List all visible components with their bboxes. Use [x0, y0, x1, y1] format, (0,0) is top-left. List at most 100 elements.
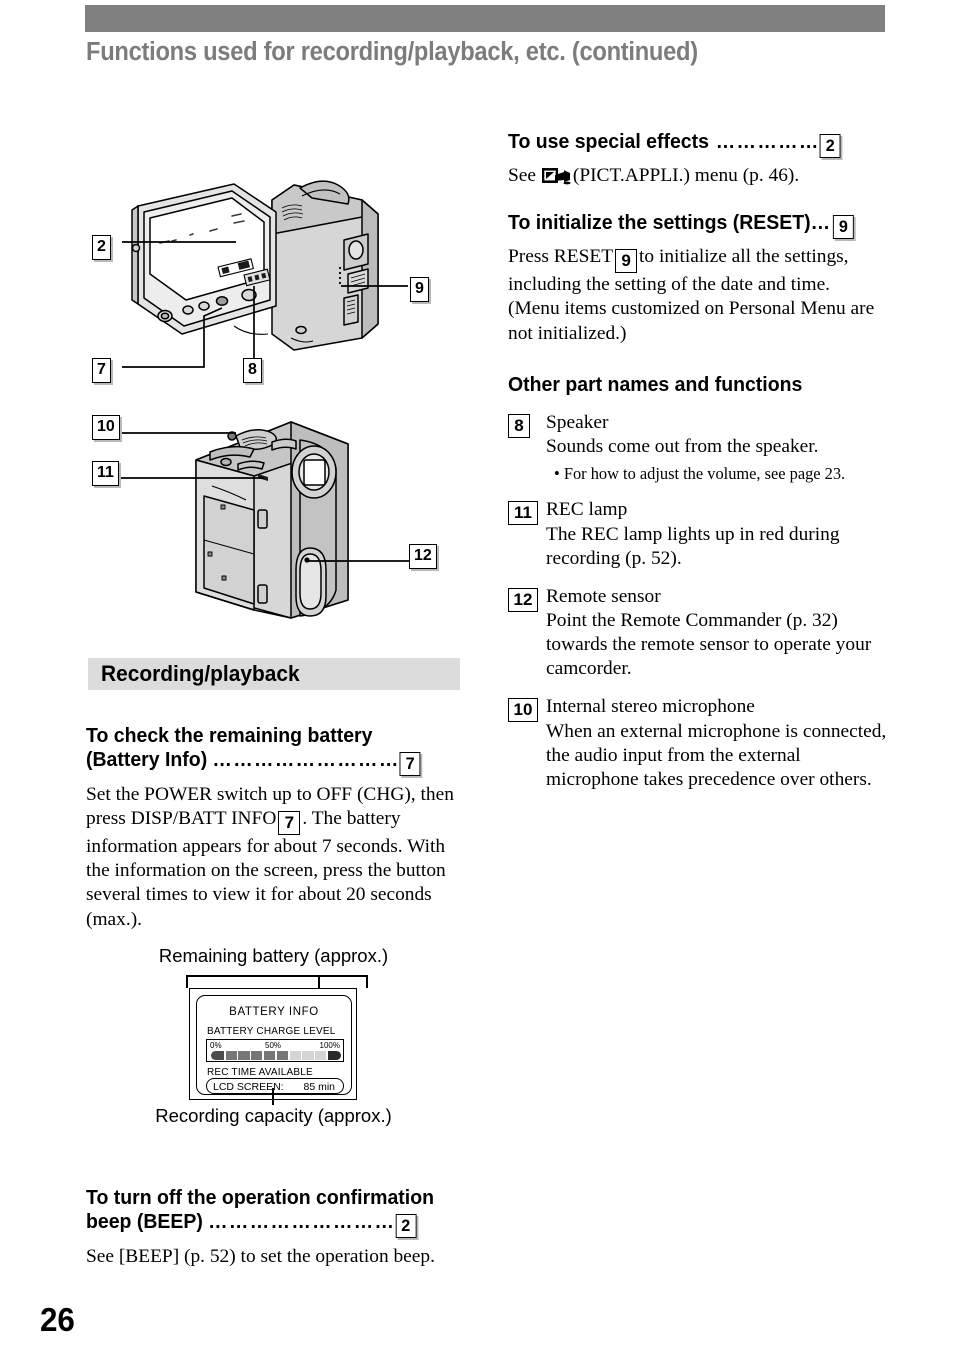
reset-heading: To initialize the settings (RESET)… 9: [508, 211, 879, 239]
part-term-speaker: Speaker: [546, 411, 609, 433]
battery-check-inline-callout: 7: [278, 811, 301, 836]
special-effects-block: To use special effects …………… 2 See (PICT…: [508, 130, 898, 189]
camcorder-rear-svg: [118, 421, 422, 619]
beep-block: To turn off the operation confirmation b…: [86, 1186, 461, 1269]
beep-heading: To turn off the operation confirmation b…: [86, 1186, 442, 1238]
pict-appli-icon-svg: [541, 168, 571, 185]
part-term-remote-sensor: Remote sensor: [546, 585, 661, 607]
rec-time-available-label: REC TIME AVAILABLE: [207, 1067, 313, 1078]
reset-block: To initialize the settings (RESET)… 9 Pre…: [508, 211, 898, 347]
special-effects-leader: ……………: [708, 130, 820, 153]
battery-check-heading-line1: To check the remaining battery: [86, 724, 373, 747]
other-parts-block: Other part names and functions 8 Speaker…: [508, 373, 898, 793]
beep-heading-line2: beep (BEEP): [86, 1209, 203, 1233]
list-item: 10 Internal stereo microphone When an ex…: [508, 695, 898, 792]
list-item: 12 Remote sensor Point the Remote Comman…: [508, 585, 898, 682]
battery-check-leader: ………………………: [207, 747, 400, 771]
callout-12-bottom-figure: 12: [409, 544, 437, 569]
callout-9-top-figure: 9: [410, 277, 429, 302]
camcorder-rear-illustration: [86, 400, 461, 635]
special-effects-body-before: See: [508, 165, 536, 186]
reset-body-2: (Menu items customized on Personal Menu …: [508, 298, 875, 344]
beep-body: See [BEEP] (p. 52) to set the operation …: [86, 1245, 435, 1267]
other-parts-list: 8 Speaker Sounds come out from the speak…: [508, 411, 898, 793]
reset-body: Press RESET 9 to initialize all the settin…: [508, 245, 898, 298]
beep-heading-line1: To turn off the operation confirmation: [86, 1186, 434, 1209]
gauge-segment-filled: [225, 1051, 237, 1060]
pict-appli-icon: [541, 167, 572, 185]
camcorder-lcd-open-svg: [122, 180, 408, 368]
caption-top-leader-horizontal: [186, 975, 368, 977]
battery-info-screen-frame: BATTERY INFO BATTERY CHARGE LEVEL 0% 50%…: [189, 988, 357, 1100]
left-column: To check the remaining battery (Battery …: [86, 724, 461, 932]
part-number-12: 12: [508, 587, 538, 612]
gauge-segment-cap-right: [327, 1051, 341, 1060]
part-desc-rec-lamp: The REC lamp lights up in red during rec…: [546, 523, 840, 569]
battery-check-heading-line2: (Battery Info): [86, 747, 208, 771]
gauge-tick-0: 0%: [210, 1041, 222, 1050]
special-effects-body-after: (PICT.APPLI.) menu (p. 46).: [572, 165, 800, 186]
battery-info-screen-title: BATTERY INFO: [229, 1006, 319, 1018]
callout-10-bottom-figure: 10: [92, 415, 120, 440]
gauge-segment-empty: [315, 1051, 327, 1060]
caption-top-leader-left-tick: [186, 975, 188, 988]
caption-top-leader-right-tick: [366, 975, 368, 988]
gauge-tick-50: 50%: [265, 1041, 282, 1050]
beep-leader: ………………………: [202, 1209, 396, 1233]
part-desc-internal-mic: When an external microphone is connected…: [546, 720, 887, 790]
battery-charge-gauge: 0% 50% 100%: [206, 1039, 344, 1062]
reset-callout: 9: [832, 214, 854, 239]
reset-inline-callout: 9: [615, 248, 638, 273]
callout-8-top-figure: 8: [243, 358, 262, 383]
list-item: 8 Speaker Sounds come out from the speak…: [508, 411, 898, 485]
special-effects-body: See (PICT.APPLI.) menu (p. 46).: [508, 164, 898, 189]
battery-check-heading: To check the remaining battery (Battery …: [86, 724, 442, 776]
gauge-segment-cap-left: [211, 1051, 224, 1060]
right-column: To use special effects …………… 2 See (PICT…: [508, 130, 898, 792]
part-desc-speaker: Sounds come out from the speaker.: [546, 435, 819, 457]
part-note-speaker: • For how to adjust the volume, see page…: [554, 463, 846, 483]
battery-figure-caption-top: Remaining battery (approx.): [158, 945, 389, 966]
caption-bottom-leader: [272, 1088, 274, 1105]
reset-body-before: Press RESET: [508, 245, 614, 267]
page-number: 26: [40, 1301, 75, 1338]
battery-gauge-segments: [211, 1051, 341, 1060]
part-number-8: 8: [508, 413, 530, 438]
gauge-tick-100: 100%: [319, 1041, 340, 1050]
gauge-segment-filled: [251, 1051, 263, 1060]
reset-heading-text: To initialize the settings (RESET)…: [508, 210, 831, 234]
callout-11-bottom-figure: 11: [92, 461, 119, 486]
beep-callout: 2: [395, 1213, 417, 1238]
gauge-segment-filled: [238, 1051, 250, 1060]
battery-figure-caption-bottom: Recording capacity (approx.): [155, 1105, 392, 1126]
battery-check-callout: 7: [399, 751, 421, 776]
gauge-segment-empty: [289, 1051, 301, 1060]
battery-check-block: To check the remaining battery (Battery …: [86, 724, 461, 932]
part-term-internal-mic: Internal stereo microphone: [546, 696, 755, 718]
camcorder-lcd-open-illustration: [86, 138, 461, 388]
special-effects-heading: To use special effects …………… 2: [508, 130, 879, 158]
section-band-label: Recording/playback: [101, 661, 300, 686]
battery-info-figure: Remaining battery (approx.) BATTERY INFO…: [86, 945, 461, 1135]
part-number-11: 11: [508, 501, 538, 526]
callout-7-top-figure: 7: [92, 358, 111, 383]
special-effects-callout: 2: [819, 134, 841, 158]
gauge-segment-filled: [276, 1051, 288, 1060]
gauge-segment-empty: [302, 1051, 314, 1060]
gauge-segment-filled: [263, 1051, 276, 1060]
other-parts-heading: Other part names and functions: [508, 372, 803, 396]
battery-check-body-line2b: . The: [302, 808, 342, 830]
lcd-screen-minutes: 85 min: [303, 1081, 335, 1093]
special-effects-heading-text: To use special effects: [508, 130, 709, 153]
callout-2-top-figure: 2: [92, 235, 111, 260]
battery-check-body: Set the POWER switch up to OFF (CHG), th…: [86, 783, 461, 932]
running-head-bar: [85, 5, 885, 32]
part-number-10: 10: [508, 698, 538, 723]
battery-info-screen-inner: BATTERY INFO BATTERY CHARGE LEVEL 0% 50%…: [196, 995, 352, 1095]
rec-time-value-box: LCD SCREEN: 85 min: [206, 1078, 344, 1094]
battery-check-body-line1: Set the POWER switch up to OFF (CHG),: [86, 783, 416, 805]
part-term-rec-lamp: REC lamp: [546, 499, 628, 521]
part-desc-remote-sensor: Point the Remote Commander (p. 32) towar…: [546, 610, 872, 680]
list-item: 11 REC lamp The REC lamp lights up in re…: [508, 498, 898, 570]
battery-charge-level-label: BATTERY CHARGE LEVEL: [207, 1026, 336, 1037]
